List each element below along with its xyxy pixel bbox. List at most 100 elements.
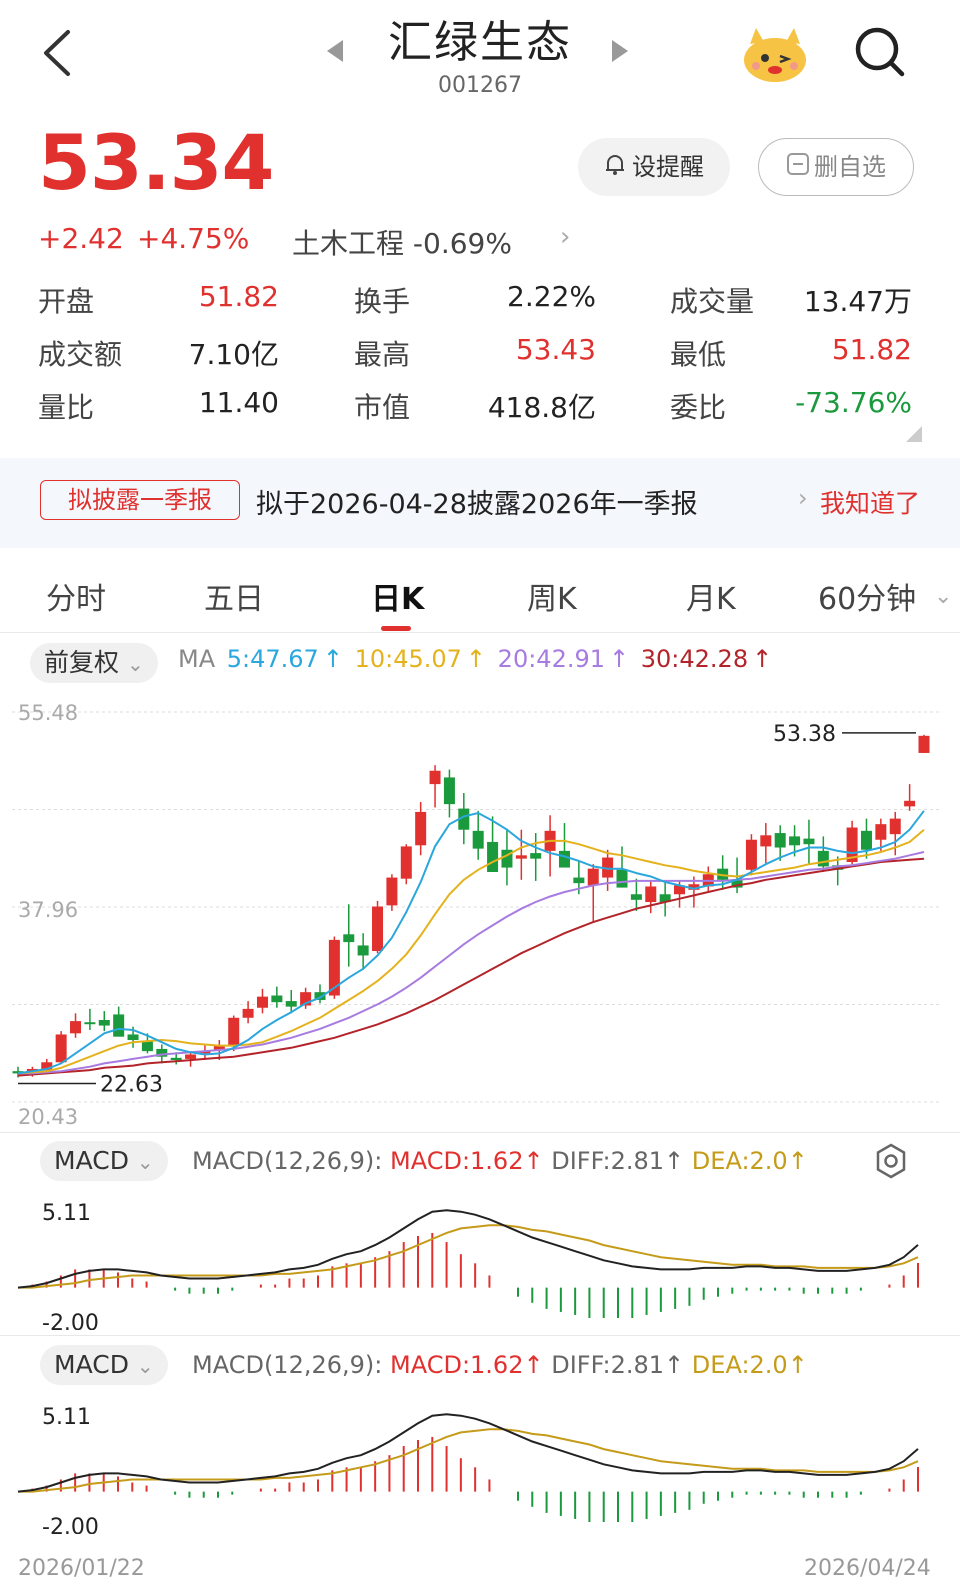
tab-3[interactable]: 周K — [527, 574, 577, 618]
candle-body — [616, 869, 628, 888]
candle-body — [918, 735, 930, 753]
stat-value: 7.10亿 — [188, 338, 279, 371]
remove-watchlist-label: 删自选 — [814, 153, 886, 181]
macd-value: MACD:1.62 — [390, 1351, 524, 1379]
ma30-line — [17, 857, 925, 1077]
candle-body — [573, 877, 585, 884]
candle-body — [84, 1022, 96, 1025]
candle-body — [256, 996, 268, 1008]
divider — [0, 632, 960, 633]
candle-body — [271, 995, 283, 1003]
y-axis-bottom-label: 20.43 — [18, 1105, 78, 1129]
set-alert-button[interactable]: 设提醒 — [578, 138, 730, 196]
active-tab-indicator — [381, 626, 411, 631]
bell-icon — [604, 139, 626, 197]
stat-label: 市值 — [354, 391, 411, 424]
stock-name: 汇绿生态 — [388, 17, 572, 68]
candle-body — [889, 818, 901, 835]
stat-label: 最低 — [670, 338, 727, 371]
sector-change[interactable]: 土木工程 -0.69% — [292, 222, 512, 262]
macd-y-top-label: 5.11 — [42, 1201, 91, 1226]
candle-body — [803, 838, 815, 845]
stat-label: 开盘 — [38, 285, 95, 318]
disclosure-tag: 拟披露一季报 — [40, 480, 240, 520]
macd-params: MACD(12,26,9): — [192, 1147, 383, 1175]
end-date: 2026/04/24 — [804, 1556, 931, 1581]
stat-value: 2.22% — [507, 280, 596, 313]
macd-y-top-label: 5.11 — [42, 1405, 91, 1430]
up-arrow-icon: ↑ — [787, 1351, 808, 1379]
tab-4[interactable]: 月K — [686, 574, 736, 618]
current-price: 53.34 — [38, 118, 274, 207]
price-change-percent: +4.75% — [137, 222, 250, 255]
candle-body — [860, 830, 872, 850]
chevron-right-icon[interactable]: › — [560, 222, 570, 252]
indicator-selector[interactable]: MACD ⌄ — [40, 1141, 168, 1181]
notice-text[interactable]: 拟于2026-04-28披露2026年一季报 — [256, 482, 698, 521]
candle-body — [127, 1034, 139, 1041]
minus-box-icon — [786, 140, 810, 196]
ma10-line — [17, 828, 925, 1075]
stat-value: 51.82 — [831, 333, 912, 366]
candle-body — [515, 855, 527, 859]
ma5-line — [17, 810, 925, 1075]
candle-body — [343, 934, 355, 943]
tab-1[interactable]: 五日 — [204, 574, 264, 618]
candle-body — [242, 1008, 254, 1018]
search-icon[interactable] — [852, 24, 908, 80]
settings-gear-icon[interactable] — [872, 1142, 910, 1180]
tab-0[interactable]: 分时 — [46, 574, 106, 618]
candle-body — [386, 877, 398, 906]
macd-legend: MACD(12,26,9): MACD:1.62↑ DIFF:2.81↑ DEA… — [192, 1147, 808, 1175]
chevron-right-icon: › — [798, 484, 808, 512]
dea-line — [18, 1224, 919, 1289]
candlestick-chart[interactable]: 55.48 37.96 20.43 53.38 22.63 — [0, 690, 960, 1130]
stat-value: 418.8亿 — [487, 391, 596, 424]
candle-body — [113, 1014, 125, 1037]
indicator-selector[interactable]: MACD ⌄ — [40, 1345, 168, 1385]
dea-value: DEA:2.0 — [691, 1147, 788, 1175]
low-marker-label: 22.63 — [100, 1073, 163, 1098]
stat-label: 成交量 — [670, 285, 755, 318]
candle-body — [141, 1041, 153, 1052]
divider — [0, 1335, 960, 1336]
expand-corner-icon[interactable] — [906, 426, 922, 442]
candle-body — [400, 846, 412, 879]
next-stock-icon[interactable] — [610, 38, 630, 68]
candle-body — [70, 1021, 82, 1034]
mascot-icon[interactable] — [740, 22, 810, 84]
candle-body — [745, 839, 757, 870]
candle-body — [587, 868, 599, 886]
dismiss-notice-button[interactable]: 我知道了 — [820, 484, 920, 520]
price-change: +2.42 — [38, 222, 124, 255]
candle-body — [630, 894, 642, 900]
macd-chart[interactable]: 5.11 -2.00 — [0, 1394, 960, 1534]
macd-chart[interactable]: 5.11 -2.00 — [0, 1190, 960, 1330]
set-alert-label: 设提醒 — [632, 153, 704, 181]
candle-body — [429, 770, 441, 785]
tab-5[interactable]: 60分钟 — [818, 574, 916, 618]
candle-body — [645, 886, 657, 903]
candle-body — [789, 836, 801, 846]
stat-value: 53.43 — [515, 333, 596, 366]
candle-body — [817, 850, 829, 867]
ma-legend: MA 5:47.67 ↑ 10:45.07 ↑ 20:42.91 ↑ 30:42.28… — [178, 645, 776, 673]
diff-value: DIFF:2.81 — [551, 1351, 665, 1379]
chevron-down-icon[interactable]: ⌄ — [934, 584, 952, 609]
remove-watchlist-button[interactable]: 删自选 — [758, 138, 914, 196]
macd-y-bottom-label: -2.00 — [42, 1311, 99, 1330]
up-arrow-icon: ↑ — [523, 1351, 544, 1379]
adjust-selector[interactable]: 前复权 ⌄ — [30, 643, 158, 683]
stat-value: 51.82 — [198, 280, 279, 313]
up-arrow-icon: ↑ — [609, 645, 630, 673]
candle-body — [228, 1017, 240, 1046]
candle-body — [443, 777, 455, 805]
candle-body — [170, 1057, 182, 1061]
tab-2[interactable]: 日K — [371, 574, 424, 618]
macd-y-bottom-label: -2.00 — [42, 1515, 99, 1534]
candle-body — [372, 906, 384, 952]
adjust-label: 前复权 — [44, 648, 120, 677]
ma10-value: 10:45.07 — [354, 645, 462, 673]
indicator-label: MACD — [54, 1146, 129, 1175]
up-arrow-icon: ↑ — [664, 1147, 685, 1175]
